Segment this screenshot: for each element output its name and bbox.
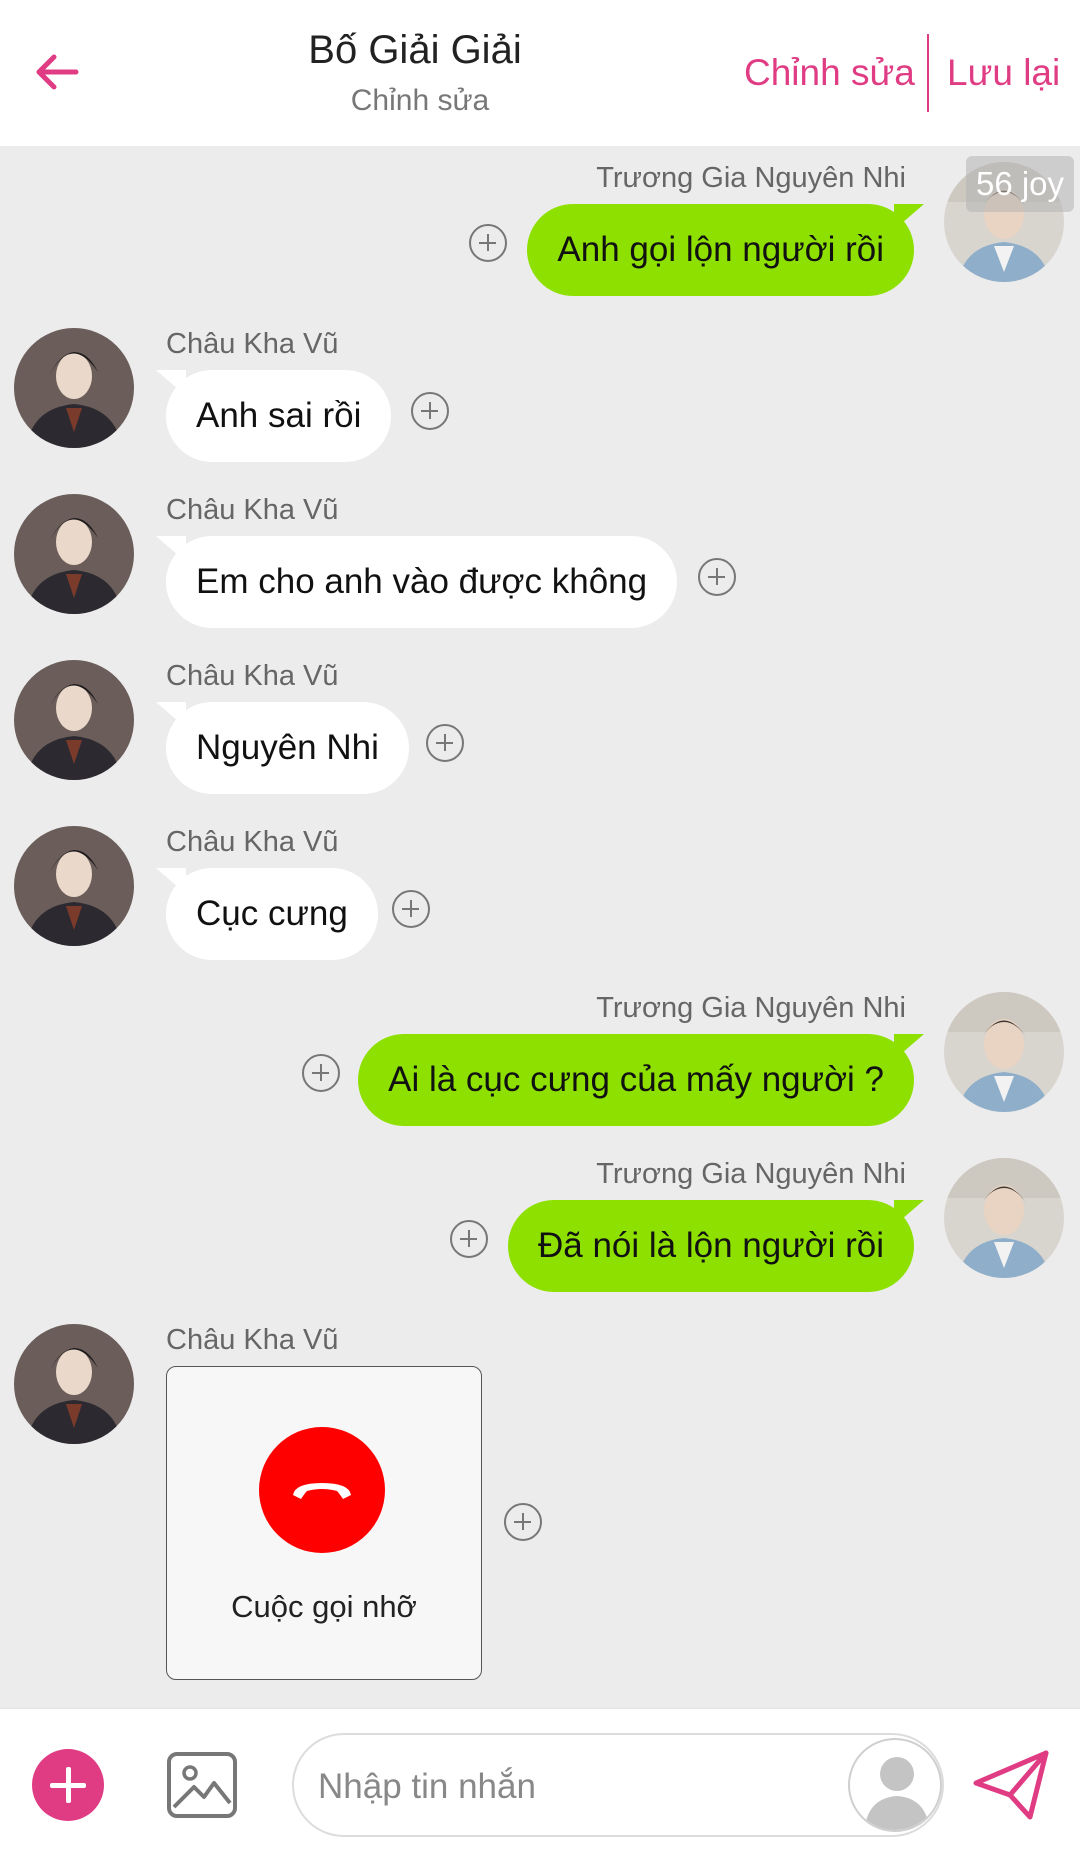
avatar[interactable]	[14, 328, 134, 448]
message-row: Châu Kha Vũ Nguyên Nhi	[0, 660, 1080, 794]
sender-name: Trương Gia Nguyên Nhi	[596, 162, 906, 194]
add-reaction-icon[interactable]	[450, 1220, 488, 1258]
add-reaction-icon[interactable]	[411, 392, 449, 430]
message-bubble[interactable]: Nguyên Nhi	[166, 702, 409, 794]
message-bubble[interactable]: Ai là cục cưng của mấy người ?	[358, 1034, 914, 1126]
message-row: Trương Gia Nguyên Nhi Đã nói là lộn ngườ…	[0, 1158, 1080, 1292]
message-bubble[interactable]: Anh sai rồi	[166, 370, 392, 462]
sender-name: Châu Kha Vũ	[166, 826, 339, 858]
add-reaction-icon[interactable]	[504, 1503, 542, 1541]
sender-name: Châu Kha Vũ	[166, 660, 339, 692]
add-reaction-icon[interactable]	[426, 724, 464, 762]
avatar[interactable]	[944, 1158, 1064, 1278]
header-divider	[927, 34, 929, 112]
missed-call-card[interactable]: Cuộc gọi nhỡ	[166, 1366, 482, 1680]
chat-title: Bố Giải Giải	[308, 28, 522, 72]
missed-call-icon	[259, 1427, 385, 1553]
message-bubble[interactable]: Em cho anh vào được không	[166, 536, 678, 628]
composer-bar	[0, 1708, 1080, 1857]
image-picker-icon[interactable]	[166, 1751, 238, 1819]
add-reaction-icon[interactable]	[392, 890, 430, 928]
back-arrow-icon[interactable]	[30, 44, 86, 100]
message-input-container[interactable]	[292, 1733, 944, 1837]
avatar[interactable]	[14, 660, 134, 780]
edit-button[interactable]: Chỉnh sửa	[744, 52, 915, 94]
sender-name: Châu Kha Vũ	[166, 328, 339, 360]
missed-call-label: Cuộc gọi nhỡ	[231, 1589, 417, 1624]
save-button[interactable]: Lưu lại	[947, 52, 1060, 94]
sender-name: Châu Kha Vũ	[166, 494, 339, 526]
avatar[interactable]	[14, 494, 134, 614]
message-row: Châu Kha Vũ Anh sai rồi	[0, 328, 1080, 462]
send-icon[interactable]	[972, 1749, 1050, 1821]
add-reaction-icon[interactable]	[698, 558, 736, 596]
message-input[interactable]	[318, 1761, 858, 1813]
message-bubble[interactable]: Cục cưng	[166, 868, 378, 960]
add-reaction-icon[interactable]	[302, 1054, 340, 1092]
message-bubble[interactable]: Đã nói là lộn người rồi	[507, 1200, 914, 1292]
add-reaction-icon[interactable]	[469, 224, 507, 262]
message-bubble[interactable]: Anh gọi lộn người rồi	[527, 204, 914, 296]
top-bar: Bố Giải Giải Chỉnh sửa Chỉnh sửa Lưu lại	[0, 0, 1080, 146]
message-row: Trương Gia Nguyên Nhi Ai là cục cưng của…	[0, 992, 1080, 1126]
message-row: Châu Kha Vũ Cục cưng	[0, 826, 1080, 960]
sender-name: Trương Gia Nguyên Nhi	[596, 1158, 906, 1190]
sender-name: Châu Kha Vũ	[166, 1324, 339, 1356]
sender-name: Trương Gia Nguyên Nhi	[596, 992, 906, 1024]
message-row: Châu Kha Vũ Em cho anh vào được không	[0, 494, 1080, 628]
avatar[interactable]	[14, 1324, 134, 1444]
add-attachment-button[interactable]	[32, 1749, 104, 1821]
message-row: Trương Gia Nguyên Nhi Anh gọi lộn người …	[0, 162, 1080, 296]
chat-subtitle: Chỉnh sửa	[350, 84, 490, 117]
message-list[interactable]: Trương Gia Nguyên Nhi Anh gọi lộn người …	[0, 146, 1080, 1708]
avatar[interactable]	[944, 992, 1064, 1112]
avatar[interactable]	[14, 826, 134, 946]
joy-badge: 56 joy	[966, 156, 1074, 212]
sender-avatar-toggle[interactable]	[848, 1738, 942, 1832]
message-row: Châu Kha Vũ Cuộc gọi nhỡ	[0, 1324, 1080, 1684]
